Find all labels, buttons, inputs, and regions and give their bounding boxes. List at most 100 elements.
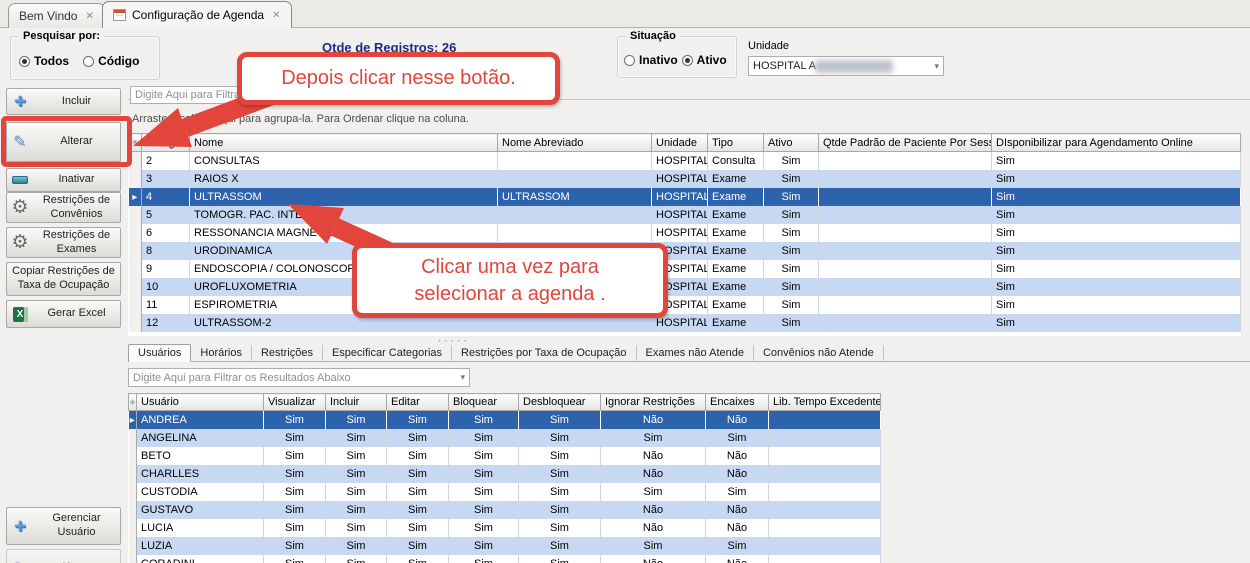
radio-todos[interactable]: Todos — [19, 54, 69, 68]
search-by-options: Todos Código — [19, 54, 139, 68]
detail-tab-usu-rios[interactable]: Usuários — [128, 344, 191, 362]
top-tab-bar: Bem Vindo✕Configuração de Agenda✕ — [0, 0, 1250, 28]
column-header[interactable]: Usuário — [137, 394, 264, 411]
users-filter-combobox[interactable]: Digite Aqui para Filtrar os Resultados A… — [128, 368, 470, 387]
table-cell: Sim — [449, 555, 519, 563]
column-header[interactable]: Qtde Padrão de Paciente Por Sessão — [819, 134, 992, 152]
user-row[interactable]: LUCIASimSimSimSimSimNãoNão — [129, 519, 881, 537]
table-cell — [498, 152, 652, 170]
column-header[interactable]: Incluir — [326, 394, 387, 411]
column-header[interactable]: Bloquear — [449, 394, 519, 411]
table-cell: Sim — [764, 152, 819, 170]
dropdown-arrow-icon[interactable]: ▾ — [460, 372, 465, 383]
radio-ativo[interactable]: Ativo — [682, 53, 727, 67]
table-cell: Sim — [449, 429, 519, 447]
search-by-groupbox: Pesquisar por: TodosCódigo — [10, 36, 160, 80]
table-cell: Sim — [992, 152, 1241, 170]
user-row[interactable]: ▸ANDREASimSimSimSimSimNãoNão — [129, 411, 881, 429]
table-cell: Sim — [706, 537, 769, 555]
column-header[interactable]: Visualizar — [264, 394, 326, 411]
table-cell: Sim — [264, 411, 326, 429]
row-indicator — [129, 314, 142, 332]
restricoes-exames-button[interactable]: ⚙Restrições de Exames — [6, 227, 121, 258]
table-cell: Sim — [519, 411, 601, 429]
table-cell: Exame — [708, 278, 764, 296]
close-icon[interactable]: ✕ — [272, 10, 280, 21]
radio-código[interactable]: Código — [83, 54, 139, 68]
table-cell: Não — [706, 555, 769, 563]
agenda-row[interactable]: ▸4ULTRASSOMULTRASSOMHOSPITALExameSimSim — [129, 188, 1241, 206]
button-label: Inativar — [33, 172, 120, 188]
table-cell: 3 — [142, 170, 190, 188]
table-cell: Sim — [992, 260, 1241, 278]
agenda-row[interactable]: 12ULTRASSOM-2HOSPITALExameSimSim — [129, 314, 1241, 332]
unidade-combobox[interactable]: HOSPITAL A ▾ — [748, 56, 944, 76]
user-row[interactable]: GUSTAVOSimSimSimSimSimNãoNão — [129, 501, 881, 519]
agenda-row[interactable]: 5TOMOGR. PAC. INTERNOHOSPITALExameSimSim — [129, 206, 1241, 224]
agenda-row[interactable]: 2CONSULTASHOSPITALConsultaSimSim — [129, 152, 1241, 170]
inativar-button[interactable]: Inativar — [6, 168, 121, 192]
column-header[interactable]: Lib. Tempo Excedente — [769, 394, 881, 411]
table-cell: Sim — [326, 483, 387, 501]
add-icon: ✚ — [7, 93, 33, 110]
radio-inativo[interactable]: Inativo — [624, 53, 678, 67]
user-row[interactable]: LUZIASimSimSimSimSimSimSim — [129, 537, 881, 555]
column-header[interactable]: DIsponibilizar para Agendamento Online — [992, 134, 1241, 152]
column-header[interactable]: Ignorar Restrições — [601, 394, 706, 411]
table-cell: Sim — [519, 555, 601, 563]
gerar-excel-button[interactable]: XGerar Excel — [6, 300, 121, 328]
user-row[interactable]: BETOSimSimSimSimSimNãoNão — [129, 447, 881, 465]
table-cell: Não — [706, 501, 769, 519]
calendar-icon — [113, 9, 126, 21]
detail-tab-exames-n-o-atende[interactable]: Exames não Atende — [637, 345, 754, 362]
dropdown-arrow-icon[interactable]: ▾ — [934, 61, 939, 72]
table-cell: Sim — [601, 429, 706, 447]
redacted-text — [815, 60, 893, 73]
column-header[interactable]: Encaixes — [706, 394, 769, 411]
restricoes-convenios-button[interactable]: ⚙Restrições de Convênios — [6, 192, 121, 223]
column-header[interactable]: Código — [142, 134, 190, 152]
gear-icon: ⚙ — [7, 231, 33, 254]
column-header[interactable]: Unidade — [652, 134, 708, 152]
column-header[interactable]: Nome — [190, 134, 498, 152]
radio-icon[interactable] — [682, 55, 693, 66]
detail-tab-restri-es[interactable]: Restrições — [252, 345, 323, 362]
detail-tab-conv-nios-n-o-atende[interactable]: Convênios não Atende — [754, 345, 884, 362]
table-cell: Sim — [992, 170, 1241, 188]
radio-icon[interactable] — [19, 56, 30, 67]
user-row[interactable]: CUSTODIASimSimSimSimSimSimSim — [129, 483, 881, 501]
table-cell: Não — [601, 411, 706, 429]
detail-tab-hor-rios[interactable]: Horários — [191, 345, 252, 362]
table-cell: 2 — [142, 152, 190, 170]
column-header[interactable]: Editar — [387, 394, 449, 411]
radio-icon[interactable] — [83, 56, 94, 67]
column-header[interactable]: Ativo — [764, 134, 819, 152]
copiar-restricoes-button[interactable]: Copiar Restrições de Taxa de Ocupação — [6, 262, 121, 296]
user-row[interactable]: CHARLLESSimSimSimSimSimNãoNão — [129, 465, 881, 483]
agenda-row[interactable]: 11ESPIROMETRIAHOSPITALExameSimSim — [129, 296, 1241, 314]
user-row[interactable]: ANGELINASimSimSimSimSimSimSim — [129, 429, 881, 447]
button-label: Restrições de Convênios — [33, 193, 120, 223]
radio-icon[interactable] — [624, 55, 635, 66]
agenda-row[interactable]: 8URODINAMICAHOSPITALExameSimSim — [129, 242, 1241, 260]
user-row[interactable]: CORADINISimSimSimSimSimNãoNão — [129, 555, 881, 563]
agenda-row[interactable]: 9ENDOSCOPIA / COLONOSCOPIAHOSPITALExameS… — [129, 260, 1241, 278]
agenda-row[interactable]: 3RAIOS XHOSPITALExameSimSim — [129, 170, 1241, 188]
column-header[interactable]: Desbloquear — [519, 394, 601, 411]
tab-bem-vindo[interactable]: Bem Vindo✕ — [8, 3, 105, 28]
gerenciar-usuario-button[interactable]: ✚Gerenciar Usuário — [6, 507, 121, 545]
table-cell: Não — [601, 519, 706, 537]
close-icon[interactable]: ✕ — [85, 11, 93, 22]
agenda-row[interactable]: 10UROFLUXOMETRIAHOSPITALExameSimSim — [129, 278, 1241, 296]
column-header[interactable]: Nome Abreviado — [498, 134, 652, 152]
alterar-usuario-button[interactable]: ✎Alterar — [6, 549, 121, 563]
incluir-button[interactable]: ✚Incluir — [6, 88, 121, 115]
callout-click-button: Depois clicar nesse botão. — [237, 52, 560, 105]
table-cell: Sim — [992, 224, 1241, 242]
detail-tab-restri-es-por-taxa-de-ocupa-o[interactable]: Restrições por Taxa de Ocupação — [452, 345, 637, 362]
column-header[interactable]: Tipo — [708, 134, 764, 152]
detail-tab-especificar-categorias[interactable]: Especificar Categorias — [323, 345, 452, 362]
agenda-row[interactable]: 6RESSONANCIA MAGNETICAHOSPITALExameSimSi… — [129, 224, 1241, 242]
tab-configura-o-de-agenda[interactable]: Configuração de Agenda✕ — [102, 1, 292, 28]
table-cell: Sim — [387, 411, 449, 429]
